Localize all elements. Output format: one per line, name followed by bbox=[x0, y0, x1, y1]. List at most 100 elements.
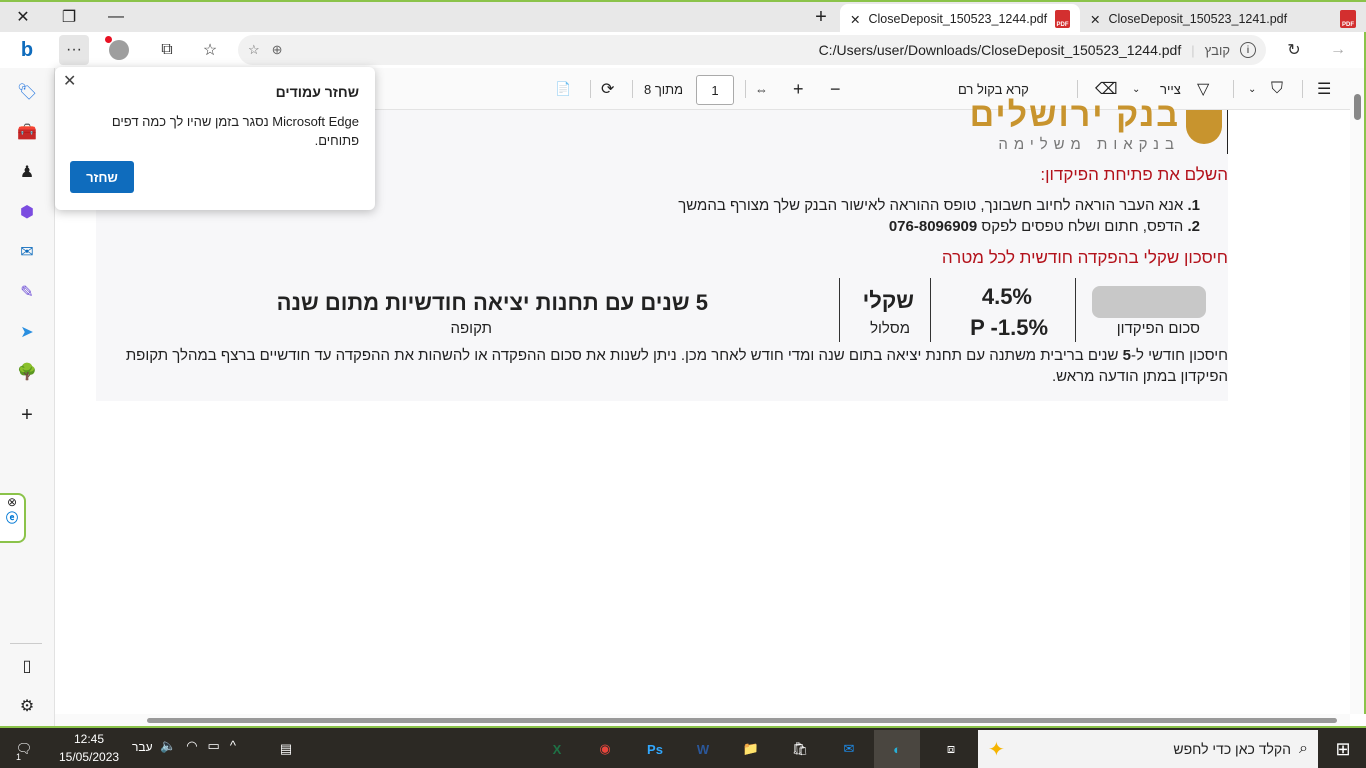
sidebar: 🏷 🧰 ♟ ⬢ ✉ ✎ ➤ 🌳 + ⊗ ⓔ ▯ ⚙ bbox=[0, 68, 55, 726]
tab-inactive[interactable]: ✕ CloseDeposit_150523_1241.pdf PDF bbox=[1080, 4, 1366, 34]
file-scheme-label: קובץ bbox=[1204, 42, 1230, 58]
notification-count: 1 bbox=[16, 752, 22, 762]
e-icon[interactable]: ⓔ bbox=[0, 509, 24, 526]
horizontal-scrollbar[interactable] bbox=[55, 714, 1350, 726]
more-menu-button[interactable]: ··· bbox=[59, 35, 89, 65]
file-explorer-icon[interactable]: 📁 bbox=[728, 730, 774, 768]
chevron-up-icon[interactable]: ^ bbox=[230, 738, 236, 754]
word-icon[interactable]: W bbox=[680, 730, 726, 768]
notification-center-button[interactable]: 🗨 1 bbox=[8, 730, 40, 768]
settings-gear-icon[interactable]: ⚙ bbox=[14, 693, 40, 719]
zoom-in-icon[interactable]: + bbox=[793, 76, 804, 102]
close-popup-icon[interactable]: ✕ bbox=[63, 71, 76, 91]
step-text: הדפס, חתום ושלח טפסים לפקס bbox=[977, 218, 1188, 235]
edge-taskbar-icon[interactable]: ◐ bbox=[874, 730, 920, 768]
highlight-options-chevron-icon[interactable]: ⌄ bbox=[1248, 76, 1256, 102]
tools-icon[interactable]: 🧰 bbox=[14, 119, 40, 145]
edge-extension-widget[interactable]: ⊗ ⓔ bbox=[0, 493, 26, 543]
logo-text: בנק ירושלים bbox=[969, 96, 1180, 134]
vertical-scrollbar[interactable] bbox=[1350, 68, 1366, 714]
store-icon[interactable]: 🛍 bbox=[777, 730, 823, 768]
heading-savings: חיסכון שקלי בהפקדה חודשית לכל מטרה bbox=[941, 248, 1228, 267]
address-bar[interactable]: ☆ ⊕ C:/Users/user/Downloads/CloseDeposit_… bbox=[238, 35, 1266, 65]
pdf-icon: PDF bbox=[1340, 10, 1356, 28]
zoom-icon[interactable]: ⊕ bbox=[272, 42, 283, 58]
fit-width-icon[interactable]: ⇔ bbox=[755, 76, 768, 102]
photoshop-icon[interactable]: Ps bbox=[632, 730, 678, 768]
designer-icon[interactable]: ✎ bbox=[14, 279, 40, 305]
popup-body: Microsoft Edge נסגר בזמן שהיו לך כמה דפי… bbox=[111, 114, 359, 148]
step-2: 2. הדפס, חתום ושלח טפסים לפקס 076-809690… bbox=[889, 218, 1200, 235]
bing-icon[interactable]: b bbox=[12, 35, 42, 65]
copilot-sparkle-icon[interactable]: ✦ bbox=[988, 737, 1005, 762]
period-value: 5 שנים עם תחנות יציאה חודשיות מתום שנה bbox=[276, 290, 708, 315]
step-number: 1. bbox=[1187, 197, 1200, 214]
highlighter-icon[interactable]: ⛉ bbox=[1271, 76, 1283, 102]
tab-title: CloseDeposit_150523_1244.pdf bbox=[868, 12, 1048, 26]
url-text[interactable]: C:/Users/user/Downloads/CloseDeposit_150… bbox=[819, 42, 1182, 58]
mail-icon[interactable]: ✉ bbox=[826, 730, 872, 768]
windows-start-icon[interactable]: ⊞ bbox=[1320, 730, 1366, 768]
zoom-out-icon[interactable]: − bbox=[830, 76, 841, 102]
input-language[interactable]: עבר bbox=[132, 740, 153, 754]
battery-icon[interactable]: ▭ bbox=[208, 738, 220, 754]
new-tab-button[interactable]: + bbox=[798, 2, 844, 32]
popup-title: שחזר עמודים bbox=[275, 84, 359, 100]
add-sidebar-app-icon[interactable]: + bbox=[14, 402, 40, 428]
bank-logo bbox=[1186, 110, 1222, 144]
fax-number: 076-8096909 bbox=[888, 218, 978, 235]
shopping-tag-icon[interactable]: 🏷 bbox=[14, 79, 40, 105]
search-icon: ⌕ bbox=[1299, 740, 1308, 757]
task-view-icon[interactable]: ⧈ bbox=[928, 730, 974, 768]
close-tab-icon[interactable]: ✕ bbox=[850, 12, 860, 27]
page-count: מתוך 8 bbox=[644, 81, 684, 97]
tab-active[interactable]: ✕ CloseDeposit_150523_1244.pdf PDF bbox=[840, 4, 1080, 34]
draw-pen-icon[interactable]: ▽ bbox=[1197, 76, 1209, 102]
logo-subtext: בנקאות משלימה bbox=[998, 136, 1180, 153]
games-icon[interactable]: ♟ bbox=[14, 159, 40, 185]
taskbar: 🗨 1 12:45 15/05/2023 עבר 🔈 ◠ ▭ ^ ▤ X ◉ Ps W … bbox=[0, 726, 1366, 768]
close-tab-icon[interactable]: ✕ bbox=[1090, 12, 1100, 27]
amount-label: סכום הפיקדון bbox=[1116, 320, 1200, 337]
favorites-icon[interactable]: ☆ bbox=[195, 35, 225, 65]
excel-icon[interactable]: X bbox=[534, 730, 580, 768]
track-label: מסלול bbox=[870, 320, 910, 337]
volume-icon[interactable]: 🔈 bbox=[160, 738, 176, 754]
clock-time[interactable]: 12:45 bbox=[74, 732, 104, 746]
close-icon[interactable]: ⊗ bbox=[0, 495, 24, 509]
forward-icon[interactable]: → bbox=[1323, 35, 1353, 65]
tree-icon[interactable]: 🌳 bbox=[14, 359, 40, 385]
search-placeholder: הקלד כאן כדי לחפש bbox=[1173, 741, 1292, 757]
restore-window-button[interactable]: ❐ bbox=[46, 2, 92, 32]
restore-pages-popup: ✕ שחזר עמודים Microsoft Edge נסגר בזמן ש… bbox=[55, 67, 375, 210]
profile-avatar[interactable] bbox=[104, 35, 134, 65]
microsoft365-icon[interactable]: ⬢ bbox=[14, 199, 40, 225]
amount-redacted bbox=[1092, 286, 1206, 318]
send-icon[interactable]: ➤ bbox=[14, 319, 40, 345]
contents-list-icon[interactable]: ☰ bbox=[1317, 76, 1331, 102]
period-label: תקופה bbox=[450, 320, 492, 337]
step-1: 1. אנא העבר הוראה לחיוב חשבונך, טופס ההו… bbox=[678, 197, 1200, 214]
pdf-icon: PDF bbox=[1055, 10, 1070, 28]
rotate-icon[interactable]: ⟳ bbox=[601, 76, 614, 102]
wifi-icon[interactable]: ◠ bbox=[186, 738, 197, 754]
description-text: חיסכון חודשי ל- bbox=[1130, 347, 1228, 364]
add-favorite-icon[interactable]: ☆ bbox=[248, 42, 260, 58]
refresh-icon[interactable]: ↻ bbox=[1279, 35, 1309, 65]
restore-button[interactable]: שחזר bbox=[70, 161, 134, 193]
info-icon[interactable]: i bbox=[1240, 42, 1256, 58]
page-number-input[interactable]: 1 bbox=[696, 75, 734, 105]
collections-icon[interactable]: ⧉ bbox=[152, 35, 182, 65]
address-row: b ··· ⧉ ☆ ☆ ⊕ C:/Users/user/Downloads/Clo… bbox=[0, 32, 1366, 68]
description-text: שנים בריבית משתנה עם תחנת יציאה בתום שנה… bbox=[125, 347, 1228, 385]
minimize-window-button[interactable]: — bbox=[93, 2, 139, 32]
search-box[interactable]: ⌕ הקלד כאן כדי לחפש ✦ bbox=[978, 730, 1318, 768]
clock-date[interactable]: 15/05/2023 bbox=[59, 750, 119, 764]
step-text: אנא העבר הוראה לחיוב חשבונך, טופס ההוראה… bbox=[678, 197, 1188, 214]
news-widget-icon[interactable]: ▤ bbox=[263, 730, 309, 768]
outlook-icon[interactable]: ✉ bbox=[14, 239, 40, 265]
close-window-button[interactable]: ✕ bbox=[0, 2, 46, 32]
chrome-icon[interactable]: ◉ bbox=[582, 730, 628, 768]
page-view-icon[interactable]: 📄 bbox=[555, 76, 571, 102]
sidebar-toggle-icon[interactable]: ▯ bbox=[14, 653, 40, 679]
